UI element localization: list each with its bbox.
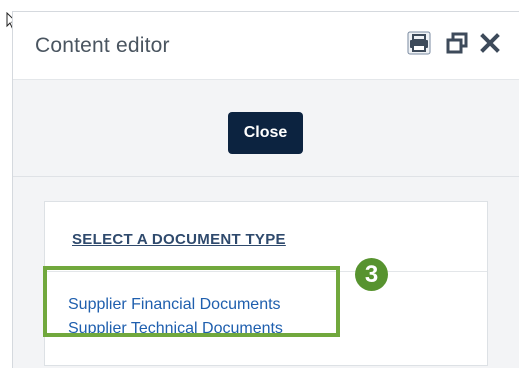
close-button[interactable]: Close	[228, 112, 303, 154]
screenshot-stage: Content editor Close SELECT A DOCUMENT T	[0, 0, 519, 368]
close-icon[interactable]	[478, 31, 502, 55]
content-editor-panel: Content editor Close SELECT A DOCUMENT T	[12, 11, 519, 368]
divider	[13, 176, 519, 177]
step-number-badge: 3	[355, 258, 388, 291]
document-type-card: SELECT A DOCUMENT TYPE Supplier Financia…	[44, 201, 488, 366]
select-document-type-heading[interactable]: SELECT A DOCUMENT TYPE	[72, 231, 286, 248]
restore-window-icon[interactable]	[445, 31, 469, 55]
document-type-link-technical[interactable]: Supplier Technical Documents	[68, 320, 283, 338]
panel-header: Content editor	[13, 12, 519, 80]
panel-body: Close SELECT A DOCUMENT TYPE Supplier Fi…	[13, 80, 519, 368]
document-type-link-financial[interactable]: Supplier Financial Documents	[68, 296, 281, 314]
panel-title: Content editor	[35, 34, 170, 57]
print-icon[interactable]	[407, 31, 431, 55]
card-header: SELECT A DOCUMENT TYPE	[45, 202, 487, 272]
